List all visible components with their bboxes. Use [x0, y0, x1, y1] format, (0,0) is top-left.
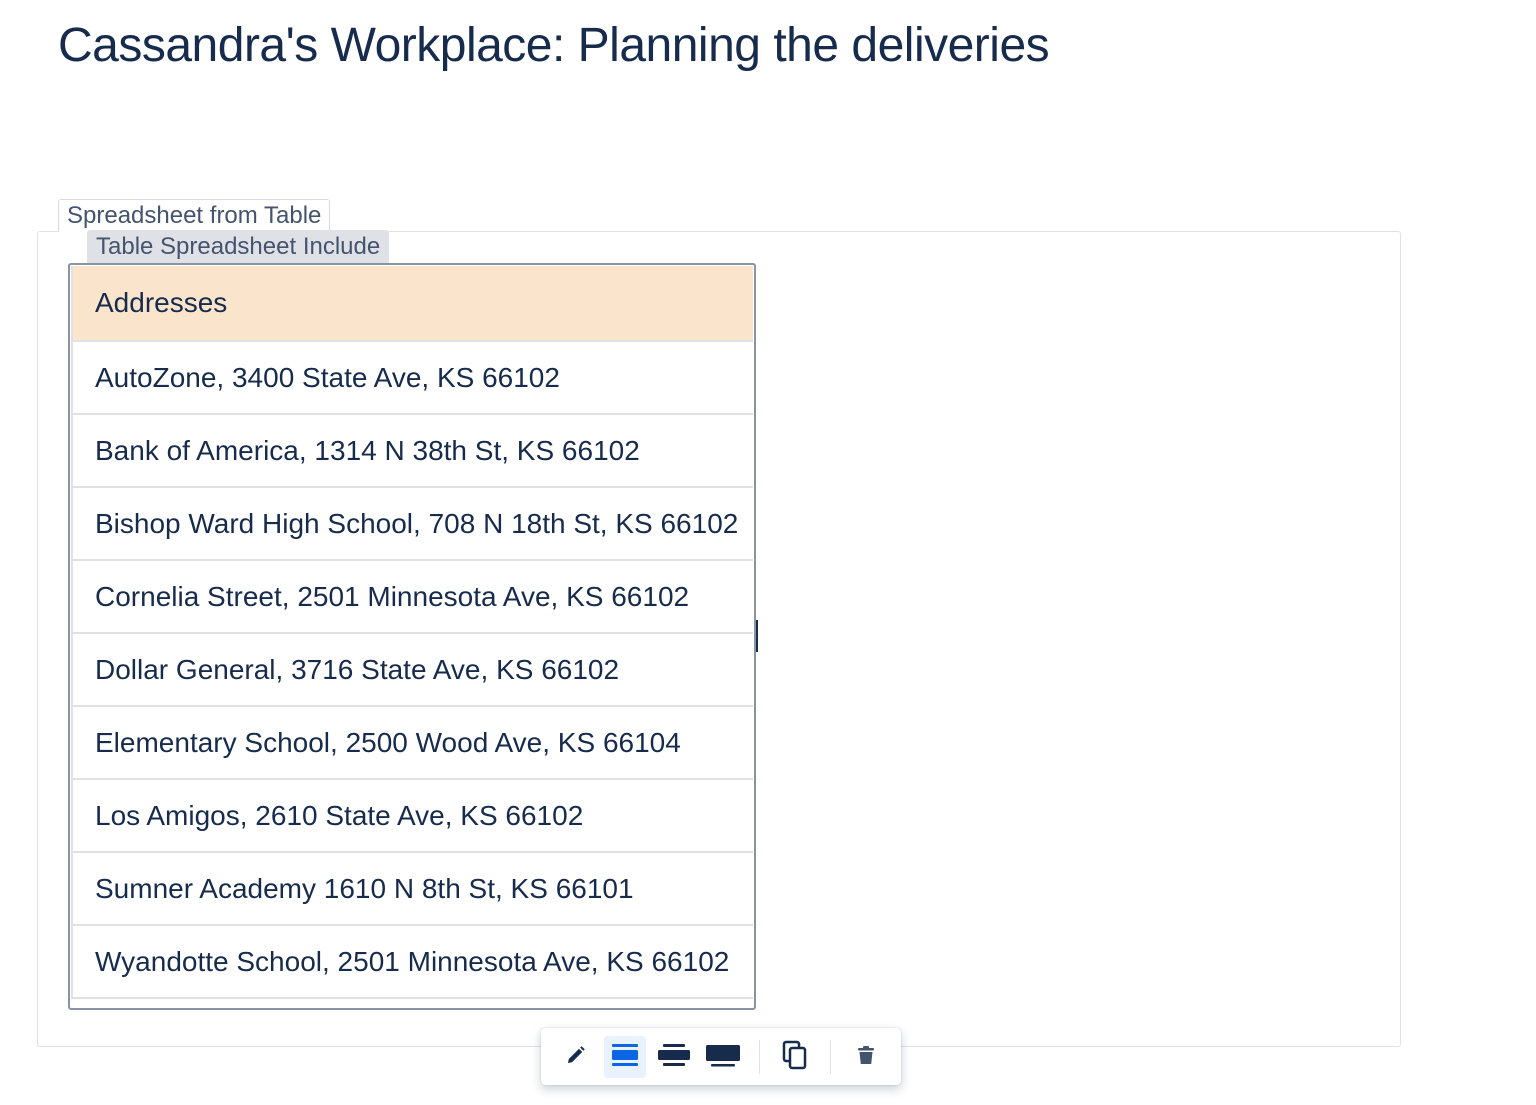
layout-wide-icon	[657, 1042, 691, 1073]
resize-handle[interactable]	[756, 620, 758, 652]
table-cell[interactable]: Elementary School, 2500 Wood Ave, KS 661…	[71, 706, 753, 780]
table-cell[interactable]: Bishop Ward High School, 708 N 18th St, …	[71, 487, 753, 561]
table-row: Los Amigos, 2610 State Ave, KS 66102	[71, 779, 753, 853]
edit-button[interactable]	[555, 1036, 597, 1078]
table-cell[interactable]: Cornelia Street, 2501 Minnesota Ave, KS …	[71, 560, 753, 634]
table-row: AutoZone, 3400 State Ave, KS 66102	[71, 341, 753, 415]
trash-icon	[854, 1043, 878, 1072]
layout-wide-button[interactable]	[653, 1036, 695, 1078]
macro-label-table-spreadsheet-include[interactable]: Table Spreadsheet Include	[87, 230, 390, 264]
table-cell[interactable]: Los Amigos, 2610 State Ave, KS 66102	[71, 779, 753, 853]
table-row: Cornelia Street, 2501 Minnesota Ave, KS …	[71, 560, 753, 634]
table-cell[interactable]: AutoZone, 3400 State Ave, KS 66102	[71, 341, 753, 415]
addresses-spreadsheet[interactable]: Addresses AutoZone, 3400 State Ave, KS 6…	[68, 263, 756, 1010]
pencil-icon	[564, 1043, 588, 1072]
table-row: Sumner Academy 1610 N 8th St, KS 66101	[71, 852, 753, 926]
macro-floating-toolbar	[541, 1028, 901, 1085]
layout-full-width-button[interactable]	[702, 1036, 744, 1078]
table-header-row: Addresses	[71, 266, 753, 342]
table-cell[interactable]: Bank of America, 1314 N 38th St, KS 6610…	[71, 414, 753, 488]
layout-center-icon	[610, 1042, 640, 1073]
table-cell[interactable]: Wyandotte School, 2501 Minnesota Ave, KS…	[71, 925, 753, 999]
table-cell[interactable]: Sumner Academy 1610 N 8th St, KS 66101	[71, 852, 753, 926]
macro-label-spreadsheet-from-table[interactable]: Spreadsheet from Table	[58, 199, 331, 232]
toolbar-divider	[759, 1040, 760, 1074]
addresses-table: Addresses AutoZone, 3400 State Ave, KS 6…	[71, 266, 753, 999]
table-row: Bishop Ward High School, 708 N 18th St, …	[71, 487, 753, 561]
delete-button[interactable]	[845, 1036, 887, 1078]
layout-full-width-icon	[705, 1042, 741, 1073]
table-cell[interactable]: Dollar General, 3716 State Ave, KS 66102	[71, 633, 753, 707]
copy-button[interactable]	[774, 1036, 816, 1078]
table-row: Wyandotte School, 2501 Minnesota Ave, KS…	[71, 925, 753, 999]
table-row: Elementary School, 2500 Wood Ave, KS 661…	[71, 706, 753, 780]
page-title: Cassandra's Workplace: Planning the deli…	[58, 19, 1050, 72]
layout-center-button[interactable]	[604, 1036, 646, 1078]
copy-icon	[782, 1040, 808, 1075]
table-header-cell[interactable]: Addresses	[71, 266, 753, 342]
toolbar-divider	[830, 1040, 831, 1074]
table-row: Bank of America, 1314 N 38th St, KS 6610…	[71, 414, 753, 488]
table-row: Dollar General, 3716 State Ave, KS 66102	[71, 633, 753, 707]
